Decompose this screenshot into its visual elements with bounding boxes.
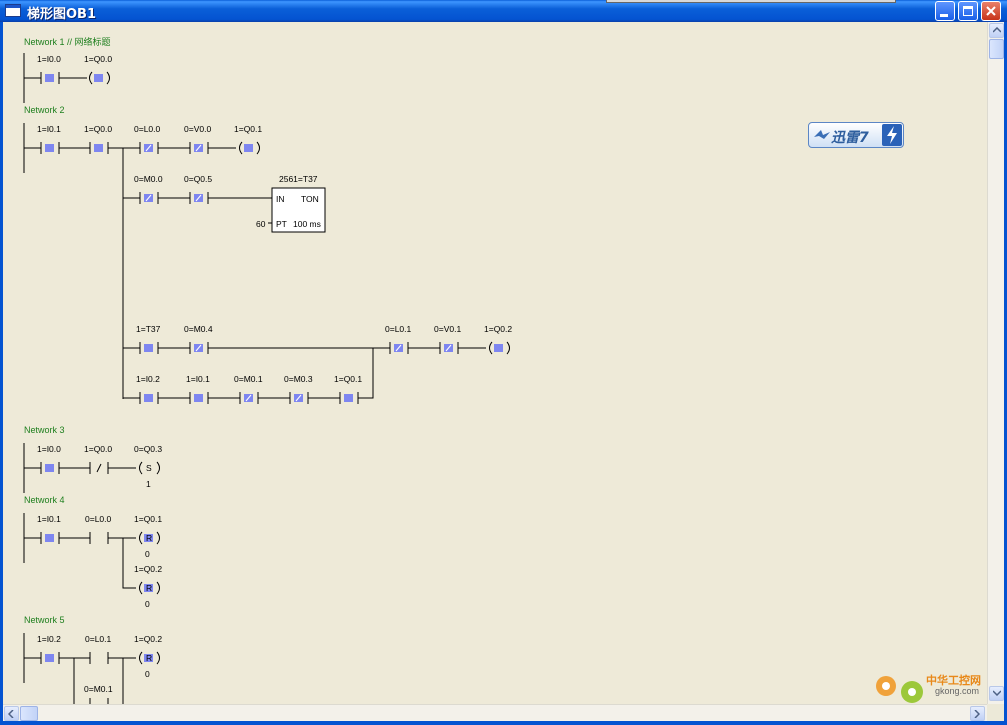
label: R — [146, 583, 152, 593]
bird-icon — [814, 130, 830, 139]
label: PT — [276, 219, 287, 229]
label: 1=Q0.0 — [84, 124, 112, 134]
window-icon — [5, 4, 21, 17]
scroll-left-button[interactable] — [4, 706, 19, 721]
window-frame-bottom — [0, 721, 1007, 725]
badge-text: 迅雷7 — [831, 130, 869, 146]
label: 1=I0.2 — [37, 634, 61, 644]
label: TON — [301, 194, 319, 204]
label: IN — [276, 194, 285, 204]
arrow-up-icon — [993, 27, 1001, 33]
label: R — [146, 533, 152, 543]
label: 0=V0.1 — [434, 324, 461, 334]
close-button[interactable] — [981, 1, 1001, 21]
label: 0=M0.1 — [84, 684, 113, 694]
label: 1=Q0.1 — [234, 124, 262, 134]
label: 1=Q0.1 — [334, 374, 362, 384]
scroll-up-button[interactable] — [989, 23, 1004, 38]
label: 0=L0.1 — [85, 634, 112, 644]
label: 1=I0.1 — [37, 514, 61, 524]
ladder-view: Network 1 // 网络标题 Network 2 Network 3 Ne… — [3, 22, 987, 704]
xunlei-badge[interactable]: 迅雷7 — [808, 122, 904, 148]
label: 0=M0.4 — [184, 324, 213, 334]
label: 0=L0.0 — [85, 514, 112, 524]
window-frame-left — [0, 22, 3, 725]
scroll-right-button[interactable] — [970, 706, 985, 721]
label: 0=M0.3 — [284, 374, 313, 384]
label: 1=I0.2 — [136, 374, 160, 384]
coil-n1-q0.0 — [94, 74, 103, 82]
label: 0 — [145, 599, 150, 609]
label: 1=Q0.0 — [84, 54, 112, 64]
label: 0 — [145, 669, 150, 679]
horizontal-scroll-thumb[interactable] — [20, 706, 38, 721]
label: 1=Q0.2 — [484, 324, 512, 334]
minimize-button[interactable] — [935, 1, 955, 21]
maximize-button[interactable] — [958, 1, 978, 21]
label: 100 ms — [293, 219, 321, 229]
label: 1=Q0.1 — [134, 514, 162, 524]
label: 1=I0.0 — [37, 444, 61, 454]
label: R — [146, 653, 152, 663]
title-bar: 梯形图OB1 — [0, 0, 1007, 22]
label: 1=I0.1 — [186, 374, 210, 384]
watermark-url: gkong.com — [935, 686, 980, 696]
watermark: 中华工控网 gkong.com — [868, 666, 1000, 706]
window-title: 梯形图OB1 — [27, 7, 97, 22]
label: 1=Q0.2 — [134, 564, 162, 574]
arrow-right-icon — [974, 710, 980, 718]
label: 0=L0.0 — [134, 124, 161, 134]
label: 0=Q0.5 — [184, 174, 212, 184]
label: 0=M0.0 — [134, 174, 163, 184]
vertical-scroll-thumb[interactable] — [989, 39, 1004, 59]
label: 1=I0.0 — [37, 54, 61, 64]
vertical-scrollbar[interactable] — [987, 22, 1005, 704]
lightning-icon — [882, 124, 902, 146]
label: 0=L0.1 — [385, 324, 412, 334]
contact-n1-1 — [45, 74, 54, 82]
arrow-left-icon — [8, 710, 14, 718]
toolbar-edge — [606, 0, 896, 3]
label: 60 — [256, 219, 266, 229]
label: S — [146, 463, 152, 473]
label: 0=M0.1 — [234, 374, 263, 384]
gear-logo-icon — [876, 676, 923, 703]
horizontal-scrollbar[interactable] — [3, 704, 987, 722]
label: 1=T37 — [136, 324, 161, 334]
label: 0=V0.0 — [184, 124, 211, 134]
label: 2561=T37 — [279, 174, 318, 184]
label: 1 — [146, 479, 151, 489]
label: 1=I0.1 — [37, 124, 61, 134]
label: 0=Q0.3 — [134, 444, 162, 454]
label: 1=Q0.2 — [134, 634, 162, 644]
label: 1=Q0.0 — [84, 444, 112, 454]
resize-grip[interactable] — [987, 704, 1004, 721]
label: 0 — [145, 549, 150, 559]
